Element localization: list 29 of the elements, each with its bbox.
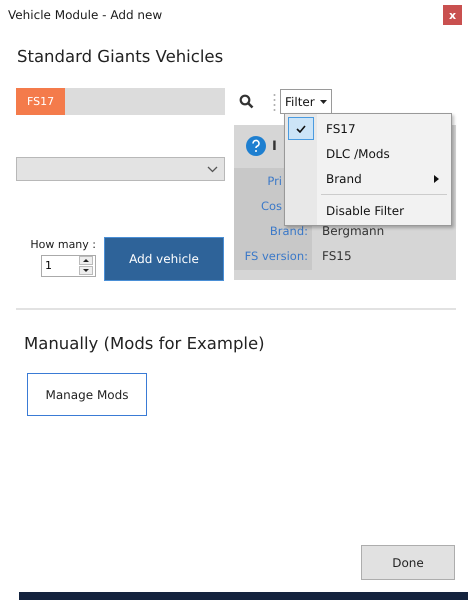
menu-item[interactable]: Brand bbox=[285, 166, 451, 191]
section-heading: Standard Giants Vehicles bbox=[17, 47, 224, 68]
info-title: I bbox=[272, 138, 277, 154]
window-title: Vehicle Module - Add new bbox=[8, 8, 162, 22]
quantity-label: How many : bbox=[30, 238, 96, 251]
grip-icon bbox=[273, 92, 276, 112]
section-heading: Manually (Mods for Example) bbox=[24, 334, 266, 355]
chevron-down-icon bbox=[207, 166, 218, 172]
spin-down-icon[interactable] bbox=[79, 266, 93, 275]
menu-item[interactable]: Disable Filter bbox=[285, 198, 451, 223]
caret-icon bbox=[320, 100, 327, 104]
check-icon bbox=[296, 124, 306, 132]
manage-mods-button[interactable]: Manage Mods bbox=[27, 373, 147, 416]
info-label: FS version: bbox=[244, 248, 309, 264]
done-button[interactable]: Done bbox=[361, 545, 455, 580]
info-label: Brand: bbox=[268, 222, 309, 240]
add-vehicle-button[interactable]: Add vehicle bbox=[104, 237, 224, 281]
close-button[interactable]: x bbox=[443, 5, 462, 25]
info-value: Bergmann bbox=[321, 222, 386, 240]
menu-item[interactable]: FS17 bbox=[285, 116, 451, 141]
filter-button[interactable]: Filter bbox=[280, 89, 332, 114]
help-icon bbox=[246, 136, 266, 156]
info-value: FS15 bbox=[321, 248, 353, 264]
menu-item[interactable]: DLC /Mods bbox=[285, 141, 451, 166]
spin-up-icon[interactable] bbox=[79, 256, 93, 265]
search-icon[interactable] bbox=[239, 94, 254, 109]
info-label: Pri bbox=[266, 172, 283, 190]
info-label: Cos bbox=[260, 198, 283, 214]
submenu-arrow-icon bbox=[434, 174, 439, 182]
